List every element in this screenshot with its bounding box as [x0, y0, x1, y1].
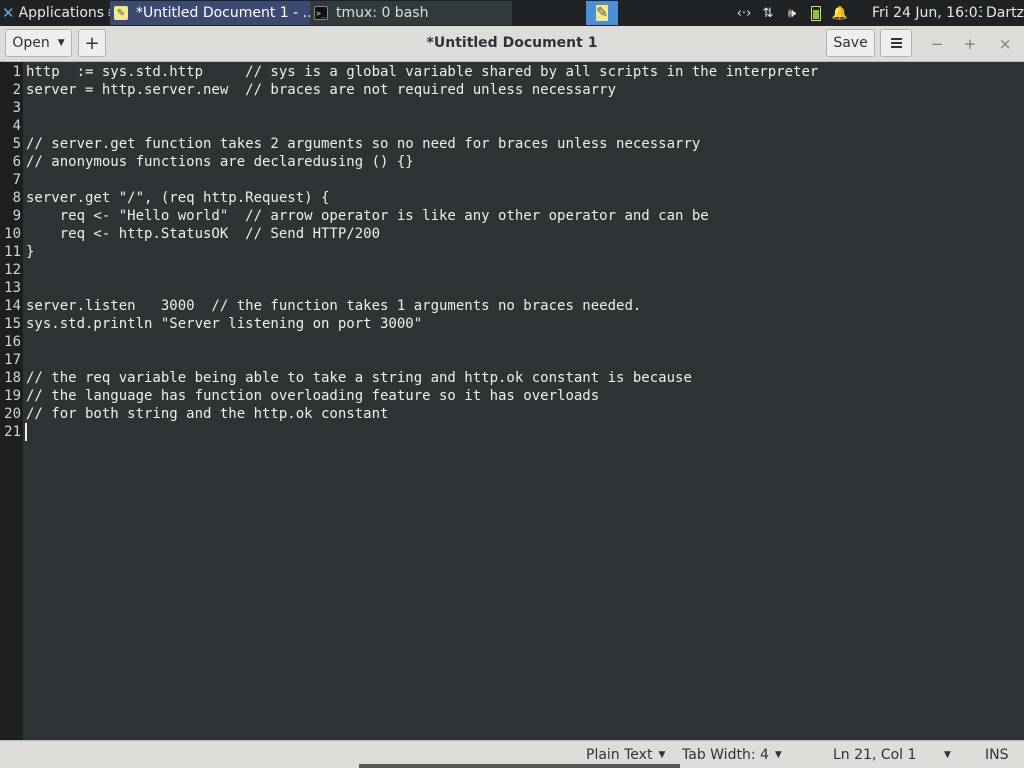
insert-mode-indicator[interactable]: INS — [985, 741, 1009, 768]
line-number: 17 — [4, 352, 21, 368]
line-number: 11 — [4, 244, 21, 260]
line-number: 4 — [12, 118, 21, 134]
text-editor-icon: ✎ — [596, 5, 608, 21]
chevron-down-icon: ▼ — [944, 749, 951, 760]
notification-bell-icon[interactable]: 🔔 — [828, 0, 852, 26]
applications-label: Applications — [18, 5, 105, 21]
code-line[interactable]: server = http.server.new // braces are n… — [26, 81, 616, 99]
xfce-logo-icon: ✕ — [2, 4, 15, 22]
minimize-button[interactable]: − — [928, 35, 946, 53]
tab-width-selector[interactable]: Tab Width: 4 ▼ — [682, 741, 782, 768]
line-number: 12 — [4, 262, 21, 278]
code-line[interactable]: // the language has function overloading… — [26, 387, 599, 405]
open-button[interactable]: Open ▼ — [5, 29, 72, 57]
transfer-arrows-icon[interactable]: ⇅ — [756, 0, 780, 26]
line-number: 16 — [4, 334, 21, 350]
line-number: 6 — [12, 154, 21, 170]
new-document-button[interactable]: + — [78, 29, 106, 57]
line-number: 20 — [4, 406, 21, 422]
battery-icon[interactable] — [804, 0, 828, 26]
save-button[interactable]: Save — [826, 29, 875, 57]
text-cursor — [25, 423, 27, 441]
header-bar: *Untitled Document 1 Open ▼ + Save − + × — [0, 26, 1024, 62]
text-editor-icon: ✎ — [114, 6, 128, 20]
code-line[interactable]: // server.get function takes 2 arguments… — [26, 135, 700, 153]
line-number: 9 — [12, 208, 21, 224]
cursor-position: Ln 21, Col 1 — [833, 746, 917, 763]
top-panel: ✕ Applications ≡ ✎ *Untitled Document 1 … — [0, 0, 1024, 26]
code-line[interactable]: // for both string and the http.ok const… — [26, 405, 388, 423]
volume-icon[interactable]: 🕪 — [780, 0, 804, 26]
system-tray: ‹·› ⇅ 🕪 🔔 — [732, 0, 862, 26]
taskbar-item-editor[interactable]: ✎ *Untitled Document 1 - … — [110, 1, 312, 25]
code-line[interactable]: server.listen 3000 // the function takes… — [26, 297, 641, 315]
open-label: Open — [12, 35, 50, 51]
terminal-icon: >_ — [314, 6, 328, 20]
position-menu-button[interactable]: ▼ — [944, 741, 951, 768]
line-number: 10 — [4, 226, 21, 242]
code-line[interactable]: server.get "/", (req http.Request) { — [26, 189, 329, 207]
line-number: 13 — [4, 280, 21, 296]
taskbar-item-label: tmux: 0 bash — [336, 5, 429, 21]
line-number: 2 — [12, 82, 21, 98]
line-number: 19 — [4, 388, 21, 404]
clock[interactable]: Fri 24 Jun, 16:03 — [872, 0, 982, 26]
chevron-down-icon: ▼ — [57, 38, 65, 48]
line-number: 3 — [12, 100, 21, 116]
taskbar-item-label: *Untitled Document 1 - … — [136, 5, 312, 21]
line-number: 7 — [12, 172, 21, 188]
chevron-down-icon: ▼ — [658, 749, 666, 760]
line-number: 5 — [12, 136, 21, 152]
code-line[interactable]: } — [26, 243, 34, 261]
user-menu[interactable]: Dartz — [986, 0, 1024, 26]
maximize-button[interactable]: + — [961, 35, 979, 53]
chevron-down-icon: ▼ — [774, 749, 782, 760]
hamburger-menu-icon — [890, 38, 902, 48]
network-icon[interactable]: ‹·› — [732, 0, 756, 26]
code-line[interactable]: // anonymous functions are declaredusing… — [26, 153, 414, 171]
line-number: 18 — [4, 370, 21, 386]
code-editor[interactable]: http := sys.std.http // sys is a global … — [24, 62, 1024, 740]
hamburger-menu-button[interactable] — [880, 29, 912, 57]
code-line[interactable]: req <- "Hello world" // arrow operator i… — [26, 207, 709, 225]
language-label: Plain Text — [586, 746, 653, 763]
tab-width-label: Tab Width: 4 — [682, 746, 769, 763]
code-line[interactable]: req <- http.StatusOK // Send HTTP/200 — [26, 225, 380, 243]
line-number: 15 — [4, 316, 21, 332]
code-line[interactable]: http := sys.std.http // sys is a global … — [26, 63, 818, 81]
code-line[interactable]: sys.std.println "Server listening on por… — [26, 315, 422, 333]
line-number: 14 — [4, 298, 21, 314]
workspace-switcher[interactable]: ✎ — [586, 1, 618, 25]
close-button[interactable]: × — [996, 35, 1014, 53]
code-line[interactable]: // the req variable being able to take a… — [26, 369, 692, 387]
line-number-gutter: 1 2 3 4 5 6 7 8 9 10 11 12 13 14 15 16 17 18 19 20 21 — [0, 62, 23, 740]
horizontal-scrollbar[interactable] — [359, 764, 680, 768]
applications-menu[interactable]: ✕ Applications ≡ — [0, 0, 110, 26]
line-number: 8 — [12, 190, 21, 206]
line-number: 21 — [4, 424, 21, 440]
line-number: 1 — [12, 64, 21, 80]
taskbar-item-terminal[interactable]: >_ tmux: 0 bash — [310, 1, 512, 25]
